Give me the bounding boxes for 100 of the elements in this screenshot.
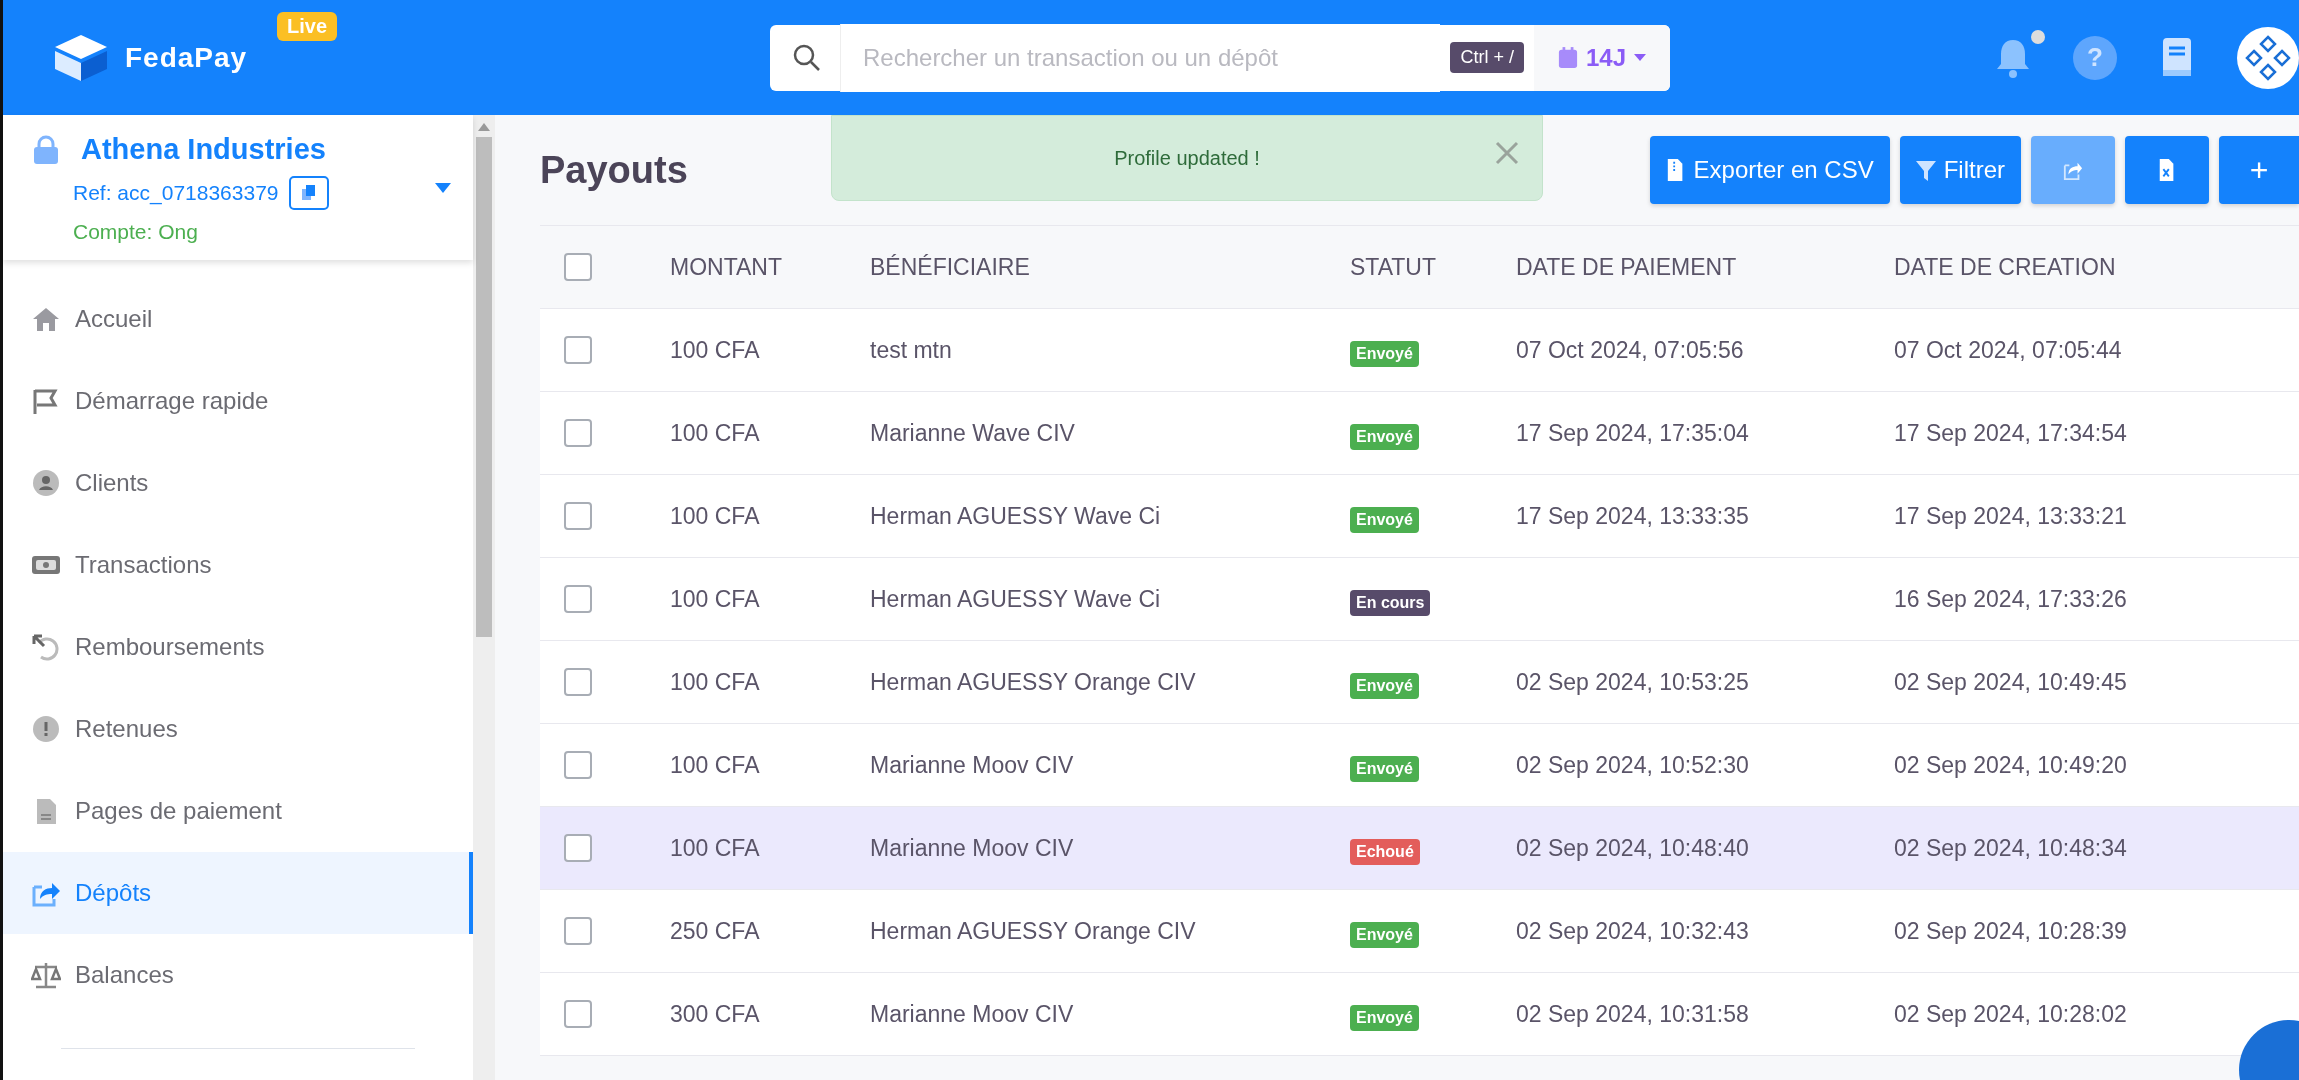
status-badge: Envoyé <box>1350 341 1419 367</box>
row-checkbox[interactable] <box>564 668 592 696</box>
table-cell-text: 300 CFA <box>670 1000 761 1028</box>
table-cell-text: 17 Sep 2024, 13:33:35 <box>1516 502 1750 530</box>
live-badge: Live <box>277 12 338 41</box>
status-badge: Echoué <box>1350 839 1420 865</box>
table-cell-text: 07 Oct 2024, 07:05:56 <box>1516 336 1745 364</box>
period-dropdown[interactable]: 14J <box>1533 24 1670 91</box>
sidebar-item[interactable]: Accueil <box>3 278 473 360</box>
caret-icon <box>1634 54 1646 61</box>
select-all-checkbox[interactable] <box>564 253 592 281</box>
table-cell-text: 07 Oct 2024, 07:05:44 <box>1894 336 2123 364</box>
table-cell-text: 100 CFA <box>670 834 761 862</box>
row-checkbox[interactable] <box>564 834 592 862</box>
table-cell-text: test mtn <box>870 336 953 364</box>
table-cell-text: 100 CFA <box>670 668 761 696</box>
sidebar-item[interactable]: Démarrage rapide <box>3 360 473 442</box>
table-cell-text: Herman AGUESSY Wave Ci <box>870 585 1162 613</box>
table-row[interactable]: 100 CFA Herman AGUESSY Orange CIV Envoyé 02 Sep 2024, 10:53:25 02 Sep 2024, 10:49:45 <box>540 641 2299 724</box>
status-badge: En cours <box>1350 590 1431 616</box>
table-row[interactable]: 100 CFA test mtn Envoyé 07 Oct 2024, 07:05:56 07 Oct 2024, 07:05:44 <box>540 309 2299 392</box>
add-button[interactable]: + <box>2219 136 2299 204</box>
row-checkbox[interactable] <box>564 336 592 364</box>
table-cell-text: 100 CFA <box>670 585 761 613</box>
table-cell-text: Herman AGUESSY Wave Ci <box>870 502 1162 530</box>
table-cell-text: 100 CFA <box>670 502 761 530</box>
search-field[interactable]: Rechercher un transaction ou un dépôt Ctrl + / 14J <box>770 24 1670 91</box>
status-badge: Envoyé <box>1350 673 1419 699</box>
row-checkbox[interactable] <box>564 419 592 447</box>
excel-export-button[interactable] <box>2125 136 2209 204</box>
table-cell-text: 02 Sep 2024, 10:49:45 <box>1894 668 2128 696</box>
table-cell-text: 02 Sep 2024, 10:48:40 <box>1516 834 1750 862</box>
export-csv-button[interactable]: Exporter en CSV <box>1649 136 1890 204</box>
table-cell-text: 16 Sep 2024, 17:33:26 <box>1894 585 2128 613</box>
sidebar-item[interactable]: Retenues <box>3 688 473 770</box>
lock-icon <box>33 134 59 165</box>
status-badge: Envoyé <box>1350 507 1419 533</box>
table-cell-text: Herman AGUESSY Orange CIV <box>870 668 1197 696</box>
table-cell-text: 02 Sep 2024, 10:32:43 <box>1516 917 1750 945</box>
table-row[interactable]: 100 CFA Herman AGUESSY Wave Ci En cours 16 Sep 2024, 17:33:26 <box>540 558 2299 641</box>
sidebar-item[interactable]: Transactions <box>3 524 473 606</box>
table-cell-text: Herman AGUESSY Orange CIV <box>870 917 1197 945</box>
search-icon <box>792 42 822 73</box>
account-name: Athena Industries <box>81 133 326 166</box>
table-cell-text: 100 CFA <box>670 336 761 364</box>
table-cell-text: 02 Sep 2024, 10:31:58 <box>1516 1000 1750 1028</box>
column-header: DATE DE CREATION <box>1894 253 2117 281</box>
table-cell-text: 02 Sep 2024, 10:49:20 <box>1894 751 2128 779</box>
table-cell-text: 17 Sep 2024, 13:33:21 <box>1894 502 2128 530</box>
scrollbar-thumb[interactable] <box>476 137 492 637</box>
brand-name: FedaPay <box>125 41 248 74</box>
copy-button[interactable] <box>288 176 329 210</box>
shortcut-badge: Ctrl + / <box>1450 42 1524 73</box>
close-icon[interactable] <box>1494 140 1520 166</box>
sidebar-item[interactable]: Remboursements <box>3 606 473 688</box>
exclamation-circle-icon <box>31 715 61 743</box>
filter-button[interactable]: Filtrer <box>1899 136 2021 204</box>
sidebar-item[interactable]: Dépôts <box>3 852 473 934</box>
table-cell-text: 02 Sep 2024, 10:28:39 <box>1894 917 2128 945</box>
table-cell-text: Marianne Moov CIV <box>870 1000 1075 1028</box>
column-header: MONTANT <box>670 253 783 281</box>
sidebar-item[interactable]: Clients <box>3 442 473 524</box>
sidebar-item[interactable]: Balances <box>3 934 473 1016</box>
table-cell-text: 02 Sep 2024, 10:53:25 <box>1516 668 1750 696</box>
account-reference: Ref: acc_0718363379 <box>73 181 279 205</box>
flag-icon <box>31 387 61 415</box>
table-row[interactable]: 250 CFA Herman AGUESSY Orange CIV Envoyé 02 Sep 2024, 10:32:43 02 Sep 2024, 10:28:39 <box>540 890 2299 973</box>
house-icon <box>31 305 61 333</box>
row-checkbox[interactable] <box>564 585 592 613</box>
sidebar-item[interactable]: Pages de paiement <box>3 770 473 852</box>
caret-icon[interactable] <box>435 183 451 193</box>
table-cell-text: Marianne Wave CIV <box>870 419 1076 447</box>
table-cell-text: Marianne Moov CIV <box>870 834 1075 862</box>
user-circle-icon <box>31 469 61 497</box>
page-title: Payouts <box>540 148 688 192</box>
row-checkbox[interactable] <box>564 502 592 530</box>
status-badge: Envoyé <box>1350 756 1419 782</box>
row-checkbox[interactable] <box>564 1000 592 1028</box>
table-cell-text: 17 Sep 2024, 17:35:04 <box>1516 419 1750 447</box>
column-header: DATE DE PAIEMENT <box>1516 253 1738 281</box>
table-cell-text: 02 Sep 2024, 10:28:02 <box>1894 1000 2128 1028</box>
row-checkbox[interactable] <box>564 917 592 945</box>
avatar-icon[interactable] <box>2237 26 2299 89</box>
table-cell-text: 250 CFA <box>670 917 761 945</box>
calendar-icon <box>1557 44 1578 71</box>
scrollbar[interactable] <box>473 115 495 1080</box>
account-type: Compte: Ong <box>72 220 199 244</box>
status-badge: Envoyé <box>1350 922 1419 948</box>
table-cell-text: 100 CFA <box>670 751 761 779</box>
table-row[interactable]: 100 CFA Herman AGUESSY Wave Ci Envoyé 17 Sep 2024, 13:33:35 17 Sep 2024, 13:33:21 <box>540 475 2299 558</box>
column-header: BÉNÉFICIAIRE <box>870 253 1031 281</box>
scroll-up-arrow-icon[interactable] <box>478 123 490 131</box>
status-badge: Envoyé <box>1350 424 1419 450</box>
balance-scale-icon <box>31 961 61 989</box>
status-badge: Envoyé <box>1350 1005 1419 1031</box>
column-header: STATUT <box>1350 253 1438 281</box>
row-checkbox[interactable] <box>564 751 592 779</box>
toast-message: Profile updated ! <box>1114 146 1260 170</box>
table-row[interactable]: 100 CFA Marianne Wave CIV Envoyé 17 Sep 2024, 17:35:04 17 Sep 2024, 17:34:54 <box>540 392 2299 475</box>
table-cell-text: 02 Sep 2024, 10:52:30 <box>1516 751 1750 779</box>
